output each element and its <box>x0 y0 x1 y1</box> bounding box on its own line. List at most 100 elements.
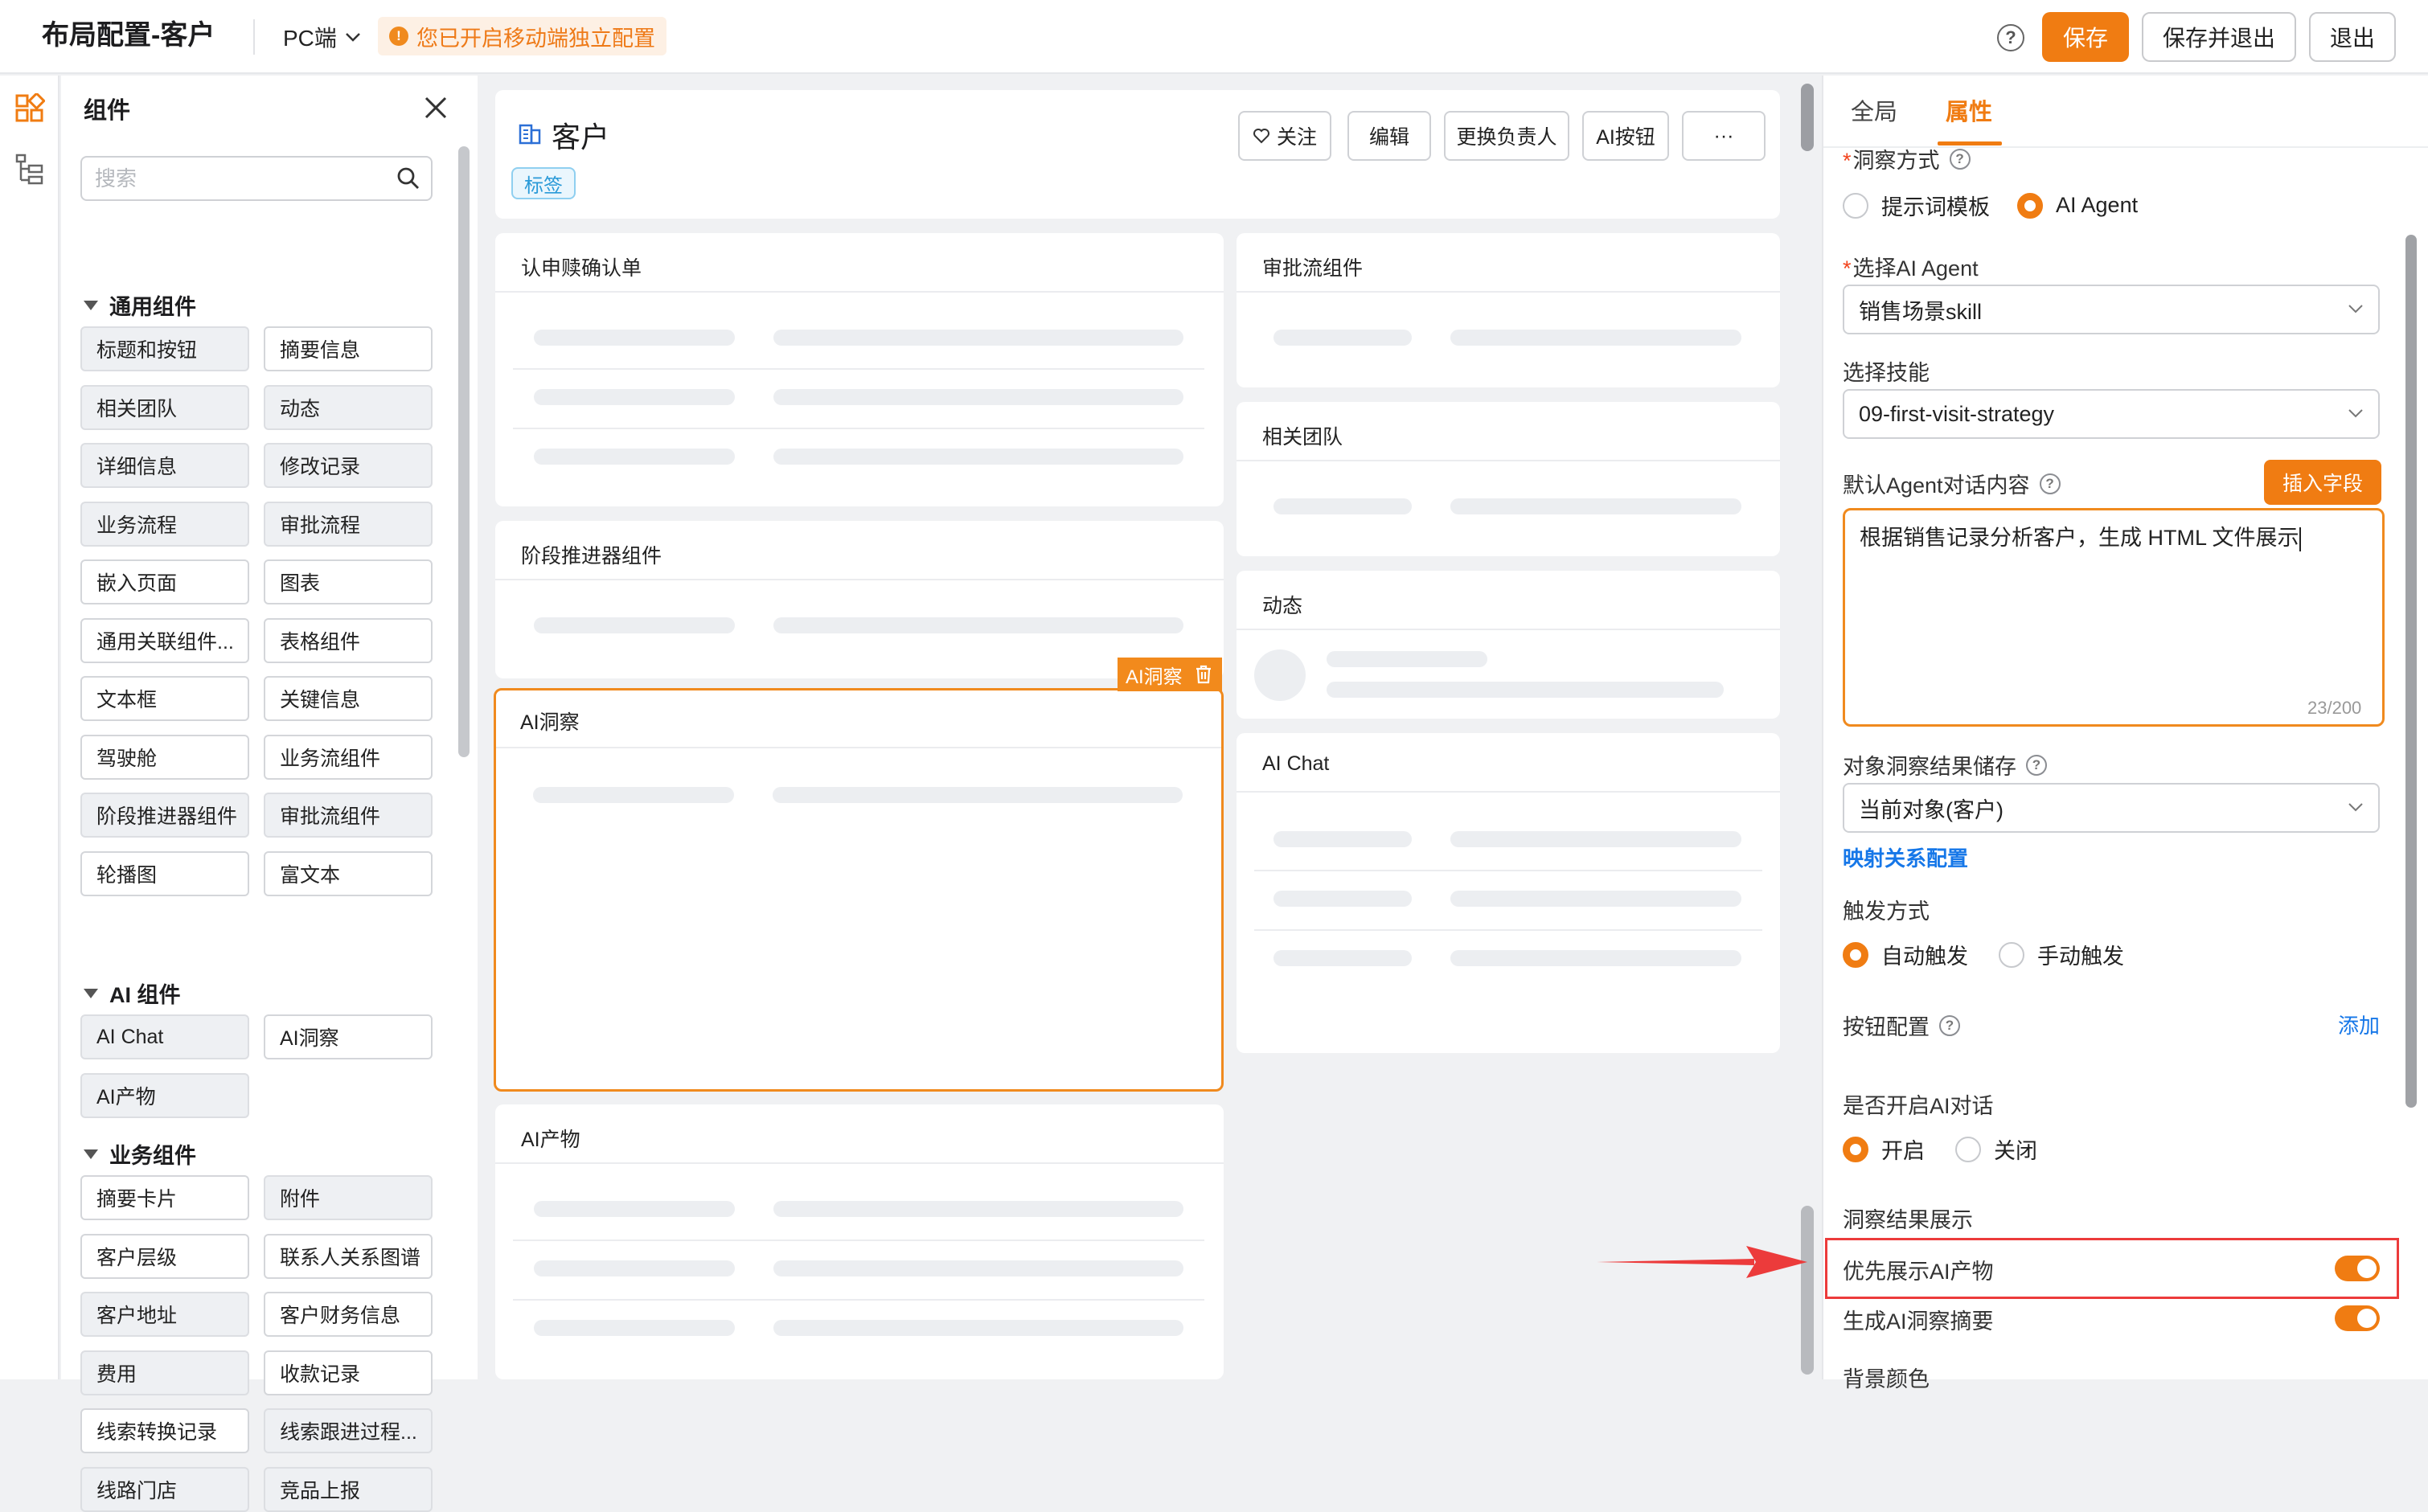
ai-chat-label: 是否开启AI对话 <box>1843 1094 1994 1118</box>
delete-icon[interactable] <box>1194 664 1213 685</box>
component-chip[interactable]: 详细信息 <box>80 443 249 488</box>
component-chip[interactable]: 标题和按钮 <box>80 326 249 371</box>
component-chip[interactable]: 阶段推进器组件 <box>80 793 249 838</box>
save-button[interactable]: 保存 <box>2042 12 2129 62</box>
component-chip[interactable]: 审批流组件 <box>264 793 433 838</box>
object-header-card[interactable]: 客户 标签 关注 编辑 更换负责人 AI按钮 ··· <box>495 90 1780 219</box>
card-recognition[interactable]: 认申赎确认单 <box>495 233 1224 506</box>
component-chip[interactable]: 通用关联组件... <box>80 617 249 663</box>
component-chip[interactable]: 摘要信息 <box>264 326 433 371</box>
component-chip[interactable]: AI洞察 <box>264 1014 433 1059</box>
change-owner-button[interactable]: 更换负责人 <box>1444 111 1569 161</box>
caret-down-icon <box>84 1149 98 1159</box>
card-approval[interactable]: 审批流组件 <box>1237 233 1780 387</box>
skeleton-bar <box>534 389 735 405</box>
canvas-scrollbar[interactable] <box>1801 84 1814 151</box>
radio-label: 提示词模板 <box>1881 195 1990 219</box>
ai-button[interactable]: AI按钮 <box>1582 111 1669 161</box>
tab-properties[interactable]: 属性 <box>1946 93 1992 127</box>
radio-auto-trigger[interactable] <box>1843 941 1868 968</box>
component-chip[interactable]: 审批流程 <box>264 501 433 547</box>
more-button[interactable]: ··· <box>1682 111 1766 161</box>
device-select[interactable]: PC端 <box>283 18 361 56</box>
component-chip[interactable]: 富文本 <box>264 850 433 896</box>
close-icon[interactable] <box>421 93 450 122</box>
component-chip[interactable]: 客户财务信息 <box>264 1292 433 1337</box>
component-chip[interactable]: 轮播图 <box>80 850 249 896</box>
agent-content-textarea[interactable]: 根据销售记录分析客户，生成 HTML 文件展示 <box>1843 508 2385 727</box>
follow-button[interactable]: 关注 <box>1238 111 1331 161</box>
component-group-title[interactable]: 业务组件 <box>84 1138 196 1170</box>
component-chip[interactable]: 收款记录 <box>264 1350 433 1395</box>
radio-enable[interactable] <box>1843 1136 1868 1162</box>
component-panel-title: 组件 <box>84 98 131 124</box>
component-chip[interactable]: 业务流程 <box>80 501 249 547</box>
tab-global[interactable]: 全局 <box>1851 93 1897 127</box>
skill-select[interactable]: 09-first-visit-strategy <box>1843 389 2380 439</box>
top-bar: 布局配置-客户 PC端 ! 您已开启移动端独立配置 ? 保存 保存并退出 退出 <box>0 0 2428 74</box>
component-chip[interactable]: 竞品上报 <box>264 1466 433 1512</box>
radio-ai-agent[interactable] <box>2017 192 2043 219</box>
storage-select[interactable]: 当前对象(客户) <box>1843 783 2380 833</box>
card-team[interactable]: 相关团队 <box>1237 402 1780 556</box>
component-scrollbar[interactable] <box>458 146 470 757</box>
component-chip[interactable]: 线索跟进过程... <box>264 1408 433 1453</box>
component-chip[interactable]: 线路门店 <box>80 1466 249 1512</box>
component-chip[interactable]: 图表 <box>264 559 433 604</box>
component-chip[interactable]: 文本框 <box>80 676 249 721</box>
add-button-link[interactable]: 添加 <box>2338 1010 2380 1039</box>
component-search-input[interactable] <box>80 156 433 201</box>
component-chip[interactable]: 摘要卡片 <box>80 1175 249 1220</box>
component-chip[interactable]: 附件 <box>264 1175 433 1220</box>
question-icon[interactable]: ? <box>2026 754 2047 776</box>
card-stage[interactable]: 阶段推进器组件 <box>495 521 1224 678</box>
chevron-down-icon <box>2348 305 2363 313</box>
generate-summary-toggle[interactable] <box>2335 1305 2380 1331</box>
skeleton-bar <box>1273 891 1412 907</box>
component-chip[interactable]: 客户地址 <box>80 1292 249 1337</box>
component-chip[interactable]: 业务流组件 <box>264 734 433 780</box>
background-color-label: 背景颜色 <box>1843 1367 1930 1391</box>
component-group-title[interactable]: AI 组件 <box>84 977 181 1009</box>
component-chip[interactable]: AI Chat <box>80 1014 249 1059</box>
radio-disable[interactable] <box>1955 1136 1981 1162</box>
save-and-exit-button[interactable]: 保存并退出 <box>2142 12 2296 62</box>
component-chip[interactable]: 嵌入页面 <box>80 559 249 604</box>
radio-manual-trigger[interactable] <box>1999 941 2024 968</box>
radio-label: 自动触发 <box>1881 944 1968 969</box>
insert-field-button[interactable]: 插入字段 <box>2264 460 2381 505</box>
component-chip[interactable]: 关键信息 <box>264 676 433 721</box>
edit-button[interactable]: 编辑 <box>1347 111 1431 161</box>
component-group-label: 业务组件 <box>109 1144 196 1168</box>
card-ai-product[interactable]: AI产物 <box>495 1104 1224 1379</box>
help-icon[interactable]: ? <box>1997 24 2024 51</box>
card-activity[interactable]: 动态 <box>1237 571 1780 719</box>
component-chip[interactable]: 相关团队 <box>80 384 249 430</box>
component-chip[interactable]: AI产物 <box>80 1072 249 1118</box>
question-icon[interactable]: ? <box>2039 473 2061 494</box>
skeleton-bar <box>1273 950 1412 966</box>
exit-button[interactable]: 退出 <box>2309 12 2396 62</box>
component-chip[interactable]: 修改记录 <box>264 443 433 488</box>
component-group-title[interactable]: 通用组件 <box>84 289 196 321</box>
card-ai-insight[interactable]: AI洞察 <box>494 688 1224 1092</box>
component-chip[interactable]: 客户层级 <box>80 1233 249 1279</box>
agent-select[interactable]: 销售场景skill <box>1843 285 2380 334</box>
component-chip[interactable]: 驾驶舱 <box>80 734 249 780</box>
card-ai-chat[interactable]: AI Chat <box>1237 733 1780 1053</box>
question-icon[interactable]: ? <box>1949 148 1971 170</box>
component-chip[interactable]: 线索转换记录 <box>80 1408 249 1453</box>
tree-structure-icon[interactable] <box>14 153 45 185</box>
component-chip[interactable]: 联系人关系图谱 <box>264 1233 433 1279</box>
properties-scrollbar[interactable] <box>2405 235 2417 1108</box>
search-icon[interactable] <box>396 166 421 191</box>
question-icon[interactable]: ? <box>1939 1014 1960 1036</box>
skeleton-bar <box>534 330 735 346</box>
component-chip[interactable]: 动态 <box>264 384 433 430</box>
radio-prompt-template[interactable] <box>1843 192 1868 219</box>
component-chip[interactable]: 表格组件 <box>264 617 433 663</box>
components-icon[interactable] <box>14 93 45 124</box>
mapping-config-link[interactable]: 映射关系配置 <box>1843 842 1968 872</box>
canvas-scrollbar-lower[interactable] <box>1801 1206 1814 1375</box>
component-chip[interactable]: 费用 <box>80 1350 249 1395</box>
